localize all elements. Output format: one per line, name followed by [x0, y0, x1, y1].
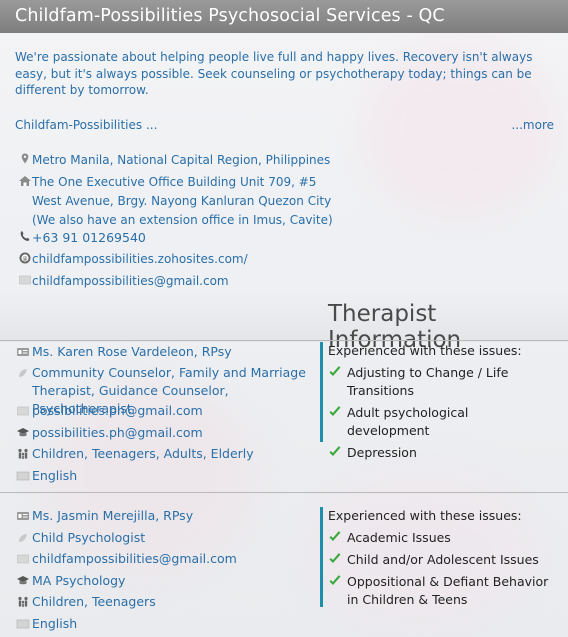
- phone-text[interactable]: +63 91 01269540: [32, 228, 146, 247]
- therapist-name-row: Ms. Jasmin Merejilla, RPsy: [16, 507, 193, 525]
- id-card-icon: [17, 512, 29, 520]
- issues-panel: Experienced with these issues: Adjusting…: [320, 342, 550, 460]
- therapist-email-row: possibilities.ph@gmail.com: [16, 402, 203, 420]
- svg-text:@: @: [23, 256, 28, 262]
- check-icon: [329, 446, 341, 456]
- issues-panel: Experienced with these issues: Academic …: [320, 507, 550, 607]
- more-link[interactable]: ...more: [511, 118, 554, 132]
- therapist-name[interactable]: Ms. Jasmin Merejilla, RPsy: [32, 507, 193, 525]
- address-text: The One Executive Office Building Unit 7…: [32, 175, 333, 227]
- leaf-icon: [19, 534, 27, 542]
- location-text: Metro Manila, National Capital Region, P…: [32, 153, 331, 167]
- address-row: The One Executive Office Building Unit 7…: [18, 173, 343, 230]
- check-icon: [329, 366, 341, 376]
- website-row: @ childfampossibilities.zohosites.com/: [18, 250, 248, 269]
- intro-text: We're passionate about helping people li…: [15, 50, 533, 97]
- check-icon: [329, 531, 341, 541]
- therapist-name-row: Ms. Karen Rose Vardeleon, RPsy: [16, 343, 232, 361]
- home-icon: [19, 176, 31, 186]
- therapist-email[interactable]: possibilities.ph@gmail.com: [32, 402, 203, 420]
- issues-title: Experienced with these issues:: [328, 343, 522, 358]
- therapist-language-row: English: [16, 615, 77, 633]
- id-card-icon: [17, 348, 29, 356]
- therapist-language: English: [32, 468, 78, 483]
- check-icon: [329, 575, 341, 585]
- map-pin-icon: [21, 153, 29, 164]
- website-link[interactable]: childfampossibilities.zohosites.com/: [32, 250, 248, 269]
- phone-row: +63 91 01269540: [18, 228, 146, 247]
- language-icon: [16, 619, 30, 629]
- therapist-education-row: possibilities.ph@gmail.com: [16, 424, 203, 442]
- location-row: Metro Manila, National Capital Region, P…: [18, 151, 330, 170]
- mail-icon: [17, 554, 29, 564]
- email-row: childfampossibilities@gmail.com: [18, 272, 229, 291]
- section-divider: [0, 340, 568, 341]
- issue-item: Oppositional & Defiant Behavior in Child…: [328, 573, 550, 609]
- phone-icon: [20, 231, 30, 241]
- therapist-name[interactable]: Ms. Karen Rose Vardeleon, RPsy: [32, 343, 232, 361]
- language-icon: [16, 471, 30, 481]
- page-title: Childfam-Possibilities Psychosocial Serv…: [0, 0, 568, 33]
- graduation-cap-icon: [17, 428, 29, 437]
- family-icon: [18, 448, 28, 459]
- therapist-ages: Children, Teenagers: [32, 594, 156, 609]
- issue-item: Child and/or Adolescent Issues: [328, 551, 550, 569]
- therapist-language-row: English: [16, 467, 77, 485]
- issue-item: Academic Issues: [328, 529, 550, 547]
- therapist-language: English: [32, 616, 78, 631]
- issue-item: Depression: [328, 444, 550, 462]
- family-icon: [18, 596, 28, 607]
- issues-title: Experienced with these issues:: [328, 508, 522, 523]
- graduation-cap-icon: [17, 576, 29, 585]
- therapist-divider: [0, 492, 568, 493]
- therapist-education[interactable]: possibilities.ph@gmail.com: [32, 424, 203, 442]
- mail-icon: [17, 406, 29, 416]
- therapist-email[interactable]: childfampossibilities@gmail.com: [32, 550, 237, 568]
- globe-icon: @: [19, 252, 31, 264]
- check-icon: [329, 553, 341, 563]
- issue-item: Adult psychological development: [328, 404, 550, 440]
- therapist-ages: Children, Teenagers, Adults, Elderly: [32, 446, 254, 461]
- check-icon: [329, 406, 341, 416]
- therapist-role-row: Child Psychologist: [16, 529, 145, 547]
- therapist-education: MA Psychology: [32, 573, 126, 588]
- therapist-education-row: MA Psychology: [16, 572, 125, 590]
- mail-icon: [19, 275, 31, 285]
- issue-item: Adjusting to Change / Life Transitions: [328, 364, 550, 400]
- agency-name-link[interactable]: Childfam-Possibilities ...: [15, 118, 157, 132]
- email-link[interactable]: childfampossibilities@gmail.com: [32, 272, 229, 291]
- therapist-role: Child Psychologist: [32, 530, 146, 545]
- leaf-icon: [19, 369, 27, 377]
- therapist-ages-row: Children, Teenagers: [16, 593, 156, 611]
- therapist-ages-row: Children, Teenagers, Adults, Elderly: [16, 445, 254, 463]
- therapist-email-row: childfampossibilities@gmail.com: [16, 550, 237, 568]
